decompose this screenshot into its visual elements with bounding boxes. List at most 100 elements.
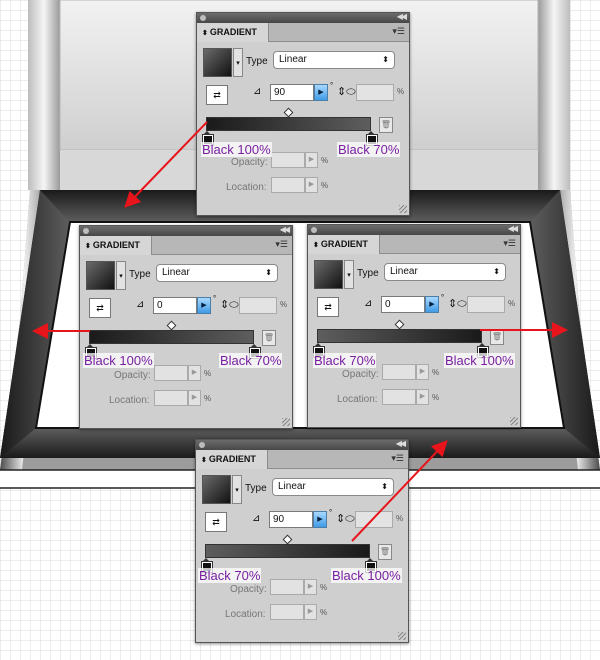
reverse-gradient-button[interactable]: ⇄ bbox=[317, 297, 339, 317]
swatch-dropdown-button[interactable]: ▾ bbox=[232, 475, 242, 504]
panel-titlebar[interactable]: ◀◀ bbox=[196, 439, 408, 450]
collapse-icon[interactable]: ◀◀ bbox=[397, 12, 407, 21]
panel-tabbar: ⬍ GRADIENT ▾☰ bbox=[197, 23, 409, 42]
gradient-slider[interactable] bbox=[89, 330, 254, 344]
close-icon[interactable] bbox=[199, 442, 205, 448]
gradient-panel-left: ◀◀ ⬍ GRADIENT ▾☰ ▾ Type Linear ⬍ ⇄ ⊿ 0 ▶ °… bbox=[79, 225, 293, 429]
aspect-ratio-icon: ⇕⬭ bbox=[220, 299, 239, 311]
select-arrows-icon: ⬍ bbox=[265, 268, 272, 277]
panel-titlebar[interactable]: ◀◀ bbox=[197, 12, 409, 23]
location-percent: % bbox=[432, 393, 440, 402]
swatch-dropdown-button[interactable]: ▾ bbox=[116, 261, 126, 290]
collapse-icon[interactable]: ◀◀ bbox=[396, 439, 406, 448]
gradient-midpoint[interactable] bbox=[283, 107, 294, 118]
gradient-midpoint[interactable] bbox=[282, 534, 293, 545]
type-select[interactable]: Linear ⬍ bbox=[272, 478, 394, 496]
location-percent: % bbox=[204, 394, 212, 403]
tab-arrows-icon: ⬍ bbox=[313, 242, 319, 249]
type-select[interactable]: Linear ⬍ bbox=[156, 264, 278, 282]
select-arrows-icon: ⬍ bbox=[382, 55, 389, 64]
reverse-gradient-button[interactable]: ⇄ bbox=[89, 298, 111, 318]
delete-stop-button[interactable]: 🗑 bbox=[490, 329, 504, 345]
tab-gradient[interactable]: ⬍ GRADIENT bbox=[308, 235, 380, 254]
location-dropdown-button: ▶ bbox=[416, 389, 429, 405]
close-icon[interactable] bbox=[311, 227, 317, 233]
type-select[interactable]: Linear ⬍ bbox=[273, 51, 395, 69]
resize-grip[interactable] bbox=[510, 417, 518, 425]
location-dropdown-button: ▶ bbox=[305, 177, 318, 193]
delete-stop-button[interactable]: 🗑 bbox=[262, 330, 276, 346]
collapse-icon[interactable]: ◀◀ bbox=[508, 224, 518, 233]
aspect-ratio-icon: ⇕⬭ bbox=[337, 86, 356, 98]
opacity-input bbox=[154, 365, 188, 381]
panel-titlebar[interactable]: ◀◀ bbox=[308, 224, 520, 235]
angle-icon: ⊿ bbox=[364, 298, 373, 309]
angle-dropdown-button[interactable]: ▶ bbox=[313, 511, 327, 528]
gradient-swatch[interactable] bbox=[86, 261, 115, 290]
location-percent: % bbox=[320, 608, 328, 617]
location-input bbox=[271, 177, 305, 193]
opacity-label: Opacity: bbox=[231, 157, 268, 168]
opacity-dropdown-button: ▶ bbox=[416, 364, 429, 380]
opacity-input bbox=[271, 152, 305, 168]
location-label: Location: bbox=[225, 609, 266, 620]
aspect-percent: % bbox=[280, 300, 288, 309]
delete-stop-button[interactable]: 🗑 bbox=[378, 544, 392, 560]
angle-input[interactable]: 90 bbox=[269, 511, 313, 528]
panel-menu-icon[interactable]: ▾☰ bbox=[503, 238, 516, 249]
aspect-ratio-input[interactable] bbox=[355, 511, 393, 528]
gradient-swatch[interactable] bbox=[203, 48, 232, 77]
opacity-label: Opacity: bbox=[230, 584, 267, 595]
gradient-swatch[interactable] bbox=[202, 475, 231, 504]
gradient-slider[interactable] bbox=[317, 329, 482, 343]
location-label: Location: bbox=[337, 394, 378, 405]
delete-stop-button[interactable]: 🗑 bbox=[379, 117, 393, 133]
tab-arrows-icon: ⬍ bbox=[201, 457, 207, 464]
gradient-swatch[interactable] bbox=[314, 260, 343, 289]
angle-icon: ⊿ bbox=[252, 513, 261, 524]
location-percent: % bbox=[321, 181, 329, 190]
tab-gradient[interactable]: ⬍ GRADIENT bbox=[196, 450, 268, 469]
resize-grip[interactable] bbox=[282, 418, 290, 426]
panel-tabbar: ⬍ GRADIENT ▾☰ bbox=[80, 236, 292, 255]
location-dropdown-button: ▶ bbox=[188, 390, 201, 406]
opacity-label: Opacity: bbox=[114, 370, 151, 381]
degree-symbol: ° bbox=[329, 508, 333, 517]
angle-dropdown-button[interactable]: ▶ bbox=[314, 84, 328, 101]
gradient-panel-top: ◀◀ ⬍ GRADIENT ▾☰ ▾ Type Linear ⬍ ⇄ ⊿ 90 ▶ … bbox=[196, 12, 410, 216]
gradient-slider[interactable] bbox=[205, 544, 370, 558]
panel-titlebar[interactable]: ◀◀ bbox=[80, 225, 292, 236]
swatch-dropdown-button[interactable]: ▾ bbox=[233, 48, 243, 77]
select-arrows-icon: ⬍ bbox=[381, 482, 388, 491]
collapse-icon[interactable]: ◀◀ bbox=[280, 225, 290, 234]
aspect-ratio-input[interactable] bbox=[239, 297, 277, 314]
panel-menu-icon[interactable]: ▾☰ bbox=[392, 26, 405, 37]
tab-gradient[interactable]: ⬍ GRADIENT bbox=[197, 23, 269, 42]
opacity-percent: % bbox=[432, 368, 440, 377]
gradient-midpoint[interactable] bbox=[394, 319, 405, 330]
aspect-ratio-input[interactable] bbox=[467, 296, 505, 313]
location-label: Location: bbox=[226, 182, 267, 193]
stop-caption: Black 70% bbox=[219, 353, 283, 368]
gradient-slider[interactable] bbox=[206, 117, 371, 131]
close-icon[interactable] bbox=[200, 15, 206, 21]
resize-grip[interactable] bbox=[399, 205, 407, 213]
swatch-dropdown-button[interactable]: ▾ bbox=[344, 260, 354, 289]
angle-input[interactable]: 0 bbox=[153, 297, 197, 314]
resize-grip[interactable] bbox=[398, 632, 406, 640]
type-select[interactable]: Linear ⬍ bbox=[384, 263, 506, 281]
panel-menu-icon[interactable]: ▾☰ bbox=[391, 453, 404, 464]
reverse-gradient-button[interactable]: ⇄ bbox=[206, 85, 228, 105]
aspect-percent: % bbox=[508, 299, 516, 308]
aspect-ratio-input[interactable] bbox=[356, 84, 394, 101]
angle-icon: ⊿ bbox=[136, 299, 145, 310]
reverse-gradient-button[interactable]: ⇄ bbox=[205, 512, 227, 532]
angle-dropdown-button[interactable]: ▶ bbox=[197, 297, 211, 314]
tab-gradient[interactable]: ⬍ GRADIENT bbox=[80, 236, 152, 255]
close-icon[interactable] bbox=[83, 228, 89, 234]
gradient-midpoint[interactable] bbox=[166, 320, 177, 331]
angle-input[interactable]: 90 bbox=[270, 84, 314, 101]
angle-dropdown-button[interactable]: ▶ bbox=[425, 296, 439, 313]
panel-menu-icon[interactable]: ▾☰ bbox=[275, 239, 288, 250]
angle-input[interactable]: 0 bbox=[381, 296, 425, 313]
